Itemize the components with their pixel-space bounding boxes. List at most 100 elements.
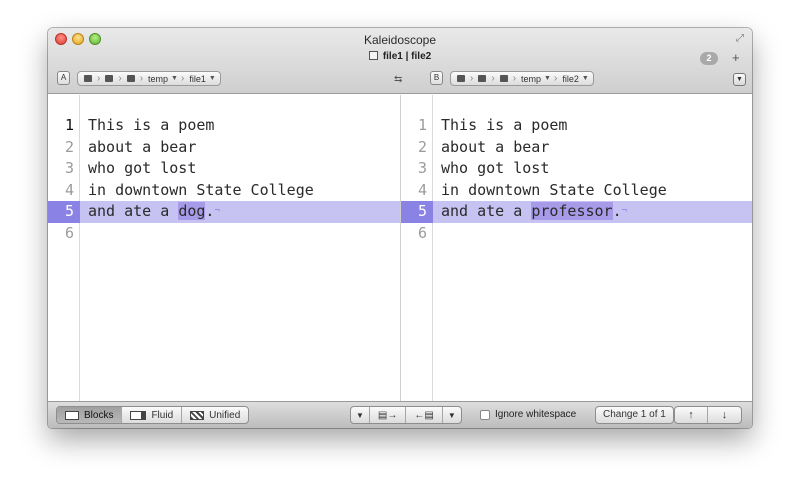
view-mode-selector: Blocks Fluid Unified bbox=[56, 406, 250, 424]
unified-icon bbox=[190, 410, 205, 420]
fluid-icon bbox=[130, 410, 147, 420]
window-title: Kaleidoscope bbox=[363, 33, 437, 47]
blocks-mode-label: Blocks bbox=[84, 409, 114, 421]
bottom-toolbar: Blocks Fluid Unified ▼ ▤→ ←▤ ▼ Ignore wh… bbox=[48, 401, 752, 428]
line-number: 1 bbox=[417, 116, 427, 134]
options-menu-button[interactable]: ▼ bbox=[733, 73, 746, 86]
code-line[interactable]: 2 about a bear bbox=[401, 137, 752, 159]
side-b-badge[interactable]: B bbox=[430, 71, 443, 85]
code-line[interactable]: 4 in downtown State College bbox=[401, 180, 752, 202]
chevron-right-icon: › bbox=[139, 73, 144, 84]
line-number: 3 bbox=[417, 159, 427, 178]
code-line[interactable]: 3 who got lost bbox=[401, 158, 752, 180]
chevron-down-icon[interactable]: ▼ bbox=[171, 75, 178, 82]
copy-left-to-right-button[interactable]: ▤→ bbox=[370, 407, 407, 423]
arrow-up-icon: ↑ bbox=[688, 409, 694, 421]
code-line[interactable]: 1 This is a poem bbox=[401, 115, 752, 137]
fullscreen-icon[interactable]: ⤢ bbox=[736, 33, 744, 44]
copy-right-to-left-button[interactable]: ←▤ bbox=[406, 407, 443, 423]
add-tab-button[interactable]: + bbox=[732, 50, 740, 65]
folder-icon[interactable] bbox=[105, 75, 114, 82]
tab-file-comparison[interactable]: file1 | file2 bbox=[48, 51, 752, 62]
code-line[interactable]: 4 in downtown State College bbox=[48, 180, 400, 202]
line-text: who got lost bbox=[88, 159, 197, 178]
line-text-suffix: . bbox=[612, 202, 622, 221]
folder-icon[interactable] bbox=[499, 75, 508, 82]
blocks-mode-button[interactable]: Blocks bbox=[57, 407, 123, 423]
line-number: 2 bbox=[417, 137, 427, 156]
line-text: in downtown State College bbox=[88, 180, 314, 199]
breadcrumb-item-temp[interactable]: temp bbox=[148, 74, 168, 84]
copy-right-icon: ▤→ bbox=[377, 409, 398, 421]
chevron-down-icon[interactable]: ▼ bbox=[582, 75, 589, 82]
changed-word: professor bbox=[531, 202, 613, 221]
chevron-right-icon: › bbox=[553, 73, 558, 84]
changed-line[interactable]: 5 and ate a dog.¬ bbox=[48, 201, 400, 223]
line-number: 5 bbox=[401, 201, 433, 223]
line-number: 1 bbox=[64, 116, 74, 134]
code-line[interactable]: 6 bbox=[401, 223, 752, 245]
right-diff-pane[interactable]: 1 This is a poem 2 about a bear 3 who got l… bbox=[400, 95, 752, 401]
document-icon bbox=[368, 51, 378, 60]
line-number: 3 bbox=[64, 159, 74, 178]
chevron-right-icon: › bbox=[491, 73, 495, 84]
left-diff-pane[interactable]: 1 This is a poem 2 about a bear 3 who got l… bbox=[48, 95, 400, 401]
breadcrumb-item-file[interactable]: file2 bbox=[562, 74, 579, 84]
folder-icon[interactable] bbox=[126, 75, 135, 82]
code-line[interactable]: 6 bbox=[48, 223, 400, 245]
line-text: This is a poem bbox=[88, 116, 215, 134]
line-text-prefix: and ate a bbox=[441, 202, 532, 221]
drive-icon[interactable] bbox=[457, 75, 465, 82]
changed-word: dog bbox=[178, 202, 206, 221]
code-line[interactable]: 2 about a bear bbox=[48, 137, 400, 159]
code-line[interactable]: 3 who got lost bbox=[48, 158, 400, 180]
line-text: This is a poem bbox=[441, 116, 568, 134]
ignore-whitespace-checkbox[interactable] bbox=[480, 409, 490, 420]
chevron-right-icon: › bbox=[470, 73, 474, 84]
side-a-badge[interactable]: A bbox=[57, 71, 70, 85]
ignore-whitespace-label: Ignore whitespace bbox=[495, 409, 577, 420]
title-bar: Kaleidoscope ⤢ file1 | file2 2 + A › › ›… bbox=[48, 28, 752, 94]
tab-count-badge[interactable]: 2 bbox=[700, 52, 718, 65]
folder-icon[interactable] bbox=[478, 75, 487, 82]
change-counter: Change 1 of 1 bbox=[595, 406, 674, 424]
merge-options-button[interactable]: ▼ bbox=[443, 407, 461, 423]
line-number: 4 bbox=[417, 180, 427, 199]
arrow-down-icon: ↓ bbox=[721, 409, 728, 421]
line-number: 6 bbox=[417, 223, 427, 242]
line-number: 4 bbox=[64, 180, 74, 199]
changed-line[interactable]: 5 and ate a professor.¬ bbox=[401, 201, 752, 223]
breadcrumb-item-file[interactable]: file1 bbox=[189, 74, 206, 84]
chevron-down-icon[interactable]: ▼ bbox=[209, 75, 216, 82]
unified-mode-button[interactable]: Unified bbox=[182, 407, 248, 423]
merge-menu-button[interactable]: ▼ bbox=[351, 407, 370, 423]
drive-icon[interactable] bbox=[84, 75, 92, 82]
chevron-right-icon: › bbox=[180, 73, 185, 84]
breadcrumb-item-temp[interactable]: temp bbox=[521, 74, 541, 84]
newline-marker: ¬ bbox=[621, 206, 628, 217]
previous-change-button[interactable]: ↑ bbox=[675, 407, 708, 423]
line-number: 5 bbox=[48, 201, 80, 223]
line-text: about a bear bbox=[441, 137, 550, 156]
newline-marker: ¬ bbox=[214, 206, 220, 217]
ignore-whitespace-option[interactable]: Ignore whitespace bbox=[480, 409, 576, 420]
change-navigation: ↑ ↓ bbox=[674, 406, 742, 424]
line-text: and ate a professor.¬ bbox=[441, 201, 627, 223]
chevron-down-icon: ▼ bbox=[356, 410, 364, 420]
swap-sides-icon[interactable]: ⇆ bbox=[394, 74, 402, 85]
kaleidoscope-window: Kaleidoscope ⤢ file1 | file2 2 + A › › ›… bbox=[48, 28, 752, 428]
code-lines: 1 This is a poem 2 about a bear 3 who got l… bbox=[48, 115, 400, 245]
line-text: about a bear bbox=[88, 137, 197, 156]
fluid-mode-label: Fluid bbox=[151, 409, 174, 421]
fluid-mode-button[interactable]: Fluid bbox=[122, 407, 183, 423]
tab-row: file1 | file2 2 + bbox=[48, 49, 752, 67]
chevron-right-icon: › bbox=[118, 73, 122, 84]
code-line[interactable]: 1 This is a poem bbox=[48, 115, 400, 137]
chevron-down-icon[interactable]: ▼ bbox=[544, 75, 551, 82]
next-change-button[interactable]: ↓ bbox=[708, 407, 741, 423]
code-lines: 1 This is a poem 2 about a bear 3 who got l… bbox=[401, 115, 752, 245]
line-text: who got lost bbox=[441, 159, 550, 178]
merge-controls: ▼ ▤→ ←▤ ▼ bbox=[350, 406, 462, 424]
unified-mode-label: Unified bbox=[209, 409, 241, 421]
breadcrumb-a: › › › temp ▼ › file1 ▼ bbox=[77, 71, 221, 86]
